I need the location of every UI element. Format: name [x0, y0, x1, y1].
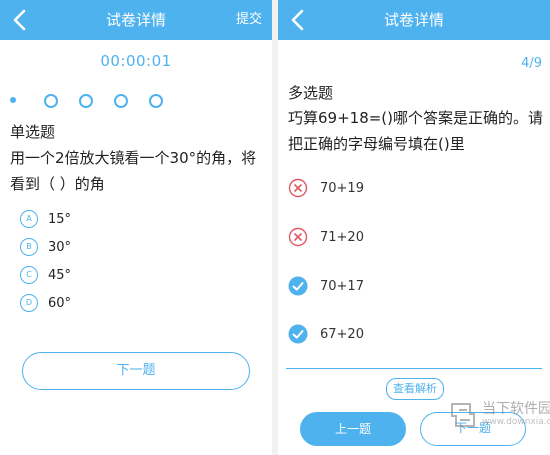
option-text: 70+17 [320, 279, 364, 294]
x-circle-icon [288, 178, 308, 198]
question-text: 巧算69+18=()哪个答案是正确的。请把正确的字母编号填在()里 [288, 109, 544, 153]
progress-dot-2[interactable] [44, 94, 58, 108]
progress-dot-5[interactable] [149, 94, 163, 108]
option-text: 30° [48, 240, 72, 255]
divider-line [286, 368, 542, 369]
option-letter: C [20, 266, 38, 284]
site-logo-icon [451, 403, 475, 427]
left-header: 试卷详情 提交 [0, 0, 272, 40]
right-screen: 试卷详情 4/9 多选题 巧算69+18=()哪个答案是正确的。请把正确的字母编… [278, 0, 550, 455]
option-text: 15° [48, 212, 72, 227]
question-type: 单选题 [10, 123, 56, 141]
option-letter: A [20, 210, 38, 228]
option-text: 60° [48, 296, 72, 311]
watermark-url: www.downxia.com [482, 417, 550, 427]
option-text: 71+20 [320, 230, 364, 245]
view-analysis-button[interactable]: 查看解析 [386, 378, 444, 400]
submit-button[interactable]: 提交 [236, 0, 262, 40]
option-text: 70+19 [320, 181, 364, 196]
left-screen: 试卷详情 提交 00:00:01 单选题 用一个2倍放大镜看一个30°的角，将看… [0, 0, 272, 455]
question-text: 用一个2倍放大镜看一个30°的角，将看到（ ）的角 [10, 149, 257, 193]
timer: 00:00:01 [100, 52, 172, 70]
right-header: 试卷详情 [278, 0, 550, 40]
page-title: 试卷详情 [383, 11, 444, 29]
watermark: 当下软件园 www.downxia.com [448, 398, 550, 434]
previous-question-button[interactable]: 上一题 [300, 412, 406, 446]
check-circle-icon [288, 324, 308, 344]
option-text: 45° [48, 268, 72, 283]
progress-dot-3[interactable] [79, 94, 93, 108]
option-text: 67+20 [320, 327, 364, 342]
check-circle-icon [288, 276, 308, 296]
option-letter: B [20, 238, 38, 256]
page-title: 试卷详情 [105, 11, 166, 29]
next-question-button[interactable]: 下一题 [22, 352, 250, 390]
progress-dot-4[interactable] [114, 94, 128, 108]
x-circle-icon [288, 227, 308, 247]
option-letter: D [20, 294, 38, 312]
watermark-title: 当下软件园 [482, 401, 550, 417]
progress-dot-1[interactable] [10, 97, 16, 103]
question-type: 多选题 [288, 84, 334, 102]
page-counter: 4/9 [521, 56, 542, 71]
